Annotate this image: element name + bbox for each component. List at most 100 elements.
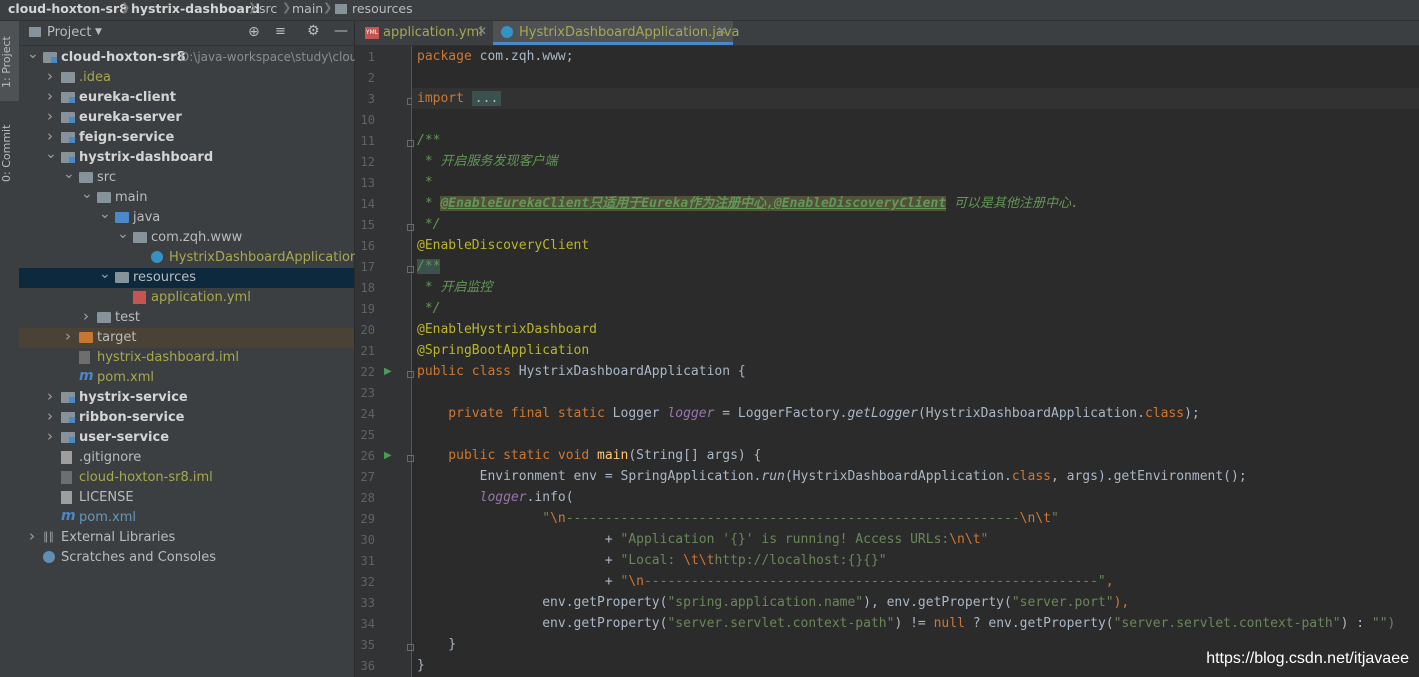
chevron-right-icon[interactable]: › <box>63 327 73 345</box>
tree-item[interactable]: ⌄ com.zqh.www <box>19 226 354 248</box>
maven-icon: m <box>79 368 94 384</box>
code-line-34: env.getProperty("server.servlet.context-… <box>417 616 1396 631</box>
libraries-icon: ∥∥ <box>43 530 54 543</box>
chevron-right-icon: ❯ <box>323 1 333 14</box>
tree-item[interactable]: application.yml <box>19 288 354 308</box>
tree-item-label: pom.xml <box>79 510 136 525</box>
tree-item[interactable]: › eureka-client <box>19 87 354 108</box>
code-line-30: + "Application '{}' is running! Access U… <box>417 532 989 547</box>
chevron-right-icon[interactable]: › <box>45 127 55 145</box>
code-editor[interactable]: package com.zqh.www; import ... /** * 开启… <box>412 46 1419 677</box>
folded-imports[interactable]: ... <box>471 91 502 106</box>
tree-item[interactable]: ⌄ resources <box>19 266 354 288</box>
chevron-down-icon[interactable]: ⌄ <box>117 226 129 242</box>
tree-item[interactable]: › .idea <box>19 67 354 88</box>
tree-item-label: user-service <box>79 430 170 445</box>
line-number: 32 <box>360 575 375 589</box>
module-folder-icon <box>43 52 57 63</box>
tree-item[interactable]: cloud-hoxton-sr8.iml <box>19 468 354 488</box>
chevron-down-icon[interactable]: ⌄ <box>45 146 57 162</box>
tree-item[interactable]: ⌄ main <box>19 186 354 208</box>
chevron-down-icon[interactable]: ⌄ <box>99 206 111 222</box>
chevron-right-icon[interactable]: › <box>45 67 55 85</box>
tree-item[interactable]: LICENSE <box>19 488 354 508</box>
chevron-down-icon[interactable]: ⌄ <box>27 46 39 62</box>
tree-item[interactable]: ⌄ cloud-hoxton-sr8 D:\java-workspace\study… <box>19 46 365 68</box>
tree-item[interactable]: › ∥∥ External Libraries <box>19 527 354 548</box>
chevron-right-icon[interactable]: › <box>81 307 91 325</box>
close-icon[interactable]: ✕ <box>477 24 487 38</box>
tree-item[interactable]: › test <box>19 307 354 328</box>
code-line-14: * @EnableEurekaClient只适用于Eureka作为注册中心,@E… <box>417 196 1079 211</box>
breadcrumb-module[interactable]: hystrix-dashboard <box>131 1 260 16</box>
tree-item[interactable]: ⌄ java <box>19 206 354 228</box>
line-number: 2 <box>367 71 375 85</box>
tree-item[interactable]: › user-service <box>19 427 354 448</box>
line-number: 34 <box>360 617 375 631</box>
gear-icon[interactable]: ⚙ <box>307 23 320 39</box>
project-panel-header: Project ▼ ⊕ ≡ ⚙ — <box>19 21 354 46</box>
commit-toolwindow-button[interactable]: 0: Commit <box>0 113 19 193</box>
line-number: 28 <box>360 491 375 505</box>
chevron-down-icon[interactable]: ⌄ <box>81 186 93 202</box>
breadcrumb-src[interactable]: src <box>259 1 277 16</box>
line-number: 29 <box>360 512 375 526</box>
tree-item-label: HystrixDashboardApplication <box>169 250 359 265</box>
chevron-right-icon[interactable]: › <box>45 87 55 105</box>
chevron-right-icon[interactable]: › <box>45 107 55 125</box>
tree-item[interactable]: hystrix-dashboard.iml <box>19 348 354 368</box>
tree-item[interactable]: .gitignore <box>19 448 354 468</box>
tab-hystrix-dashboard-application-java[interactable]: HystrixDashboardApplication.java ✕ <box>493 21 740 45</box>
run-gutter-icon[interactable]: ▶ <box>384 450 392 461</box>
chevron-right-icon[interactable]: › <box>45 407 55 425</box>
chevron-right-icon[interactable]: › <box>45 427 55 445</box>
breadcrumb-resources[interactable]: resources <box>352 1 413 16</box>
line-number: 26 <box>360 449 375 463</box>
line-number: 1 <box>367 50 375 64</box>
close-icon[interactable]: ✕ <box>717 24 727 38</box>
tree-item[interactable]: Scratches and Consoles <box>19 548 354 568</box>
line-number: 22 <box>360 365 375 379</box>
text-file-icon <box>61 451 72 464</box>
tree-item-label: .idea <box>79 70 111 85</box>
tree-item[interactable]: ⌄ hystrix-dashboard <box>19 146 354 168</box>
tree-item[interactable]: › ribbon-service <box>19 407 354 428</box>
tree-item-label: feign-service <box>79 130 175 145</box>
tree-item-label: com.zqh.www <box>151 230 243 245</box>
tree-item[interactable]: ⌄ src <box>19 166 354 188</box>
minimize-icon[interactable]: — <box>334 23 348 39</box>
chevron-right-icon[interactable]: › <box>45 387 55 405</box>
code-line-33: env.getProperty("spring.application.name… <box>417 595 1130 610</box>
code-line-32: + "\n-----------------------------------… <box>417 574 1114 589</box>
tree-item[interactable]: HystrixDashboardApplication <box>19 248 358 268</box>
line-number: 35 <box>360 638 375 652</box>
tab-application-yml[interactable]: YML application.yml ✕ <box>361 21 489 45</box>
breadcrumb-project[interactable]: cloud-hoxton-sr8 <box>8 1 128 16</box>
project-view-title[interactable]: Project <box>47 25 91 40</box>
tree-item[interactable]: › target <box>19 327 354 348</box>
tab-label: application.yml <box>383 25 483 40</box>
module-folder-icon <box>61 152 75 163</box>
folder-icon <box>97 192 111 203</box>
chevron-right-icon[interactable]: › <box>27 527 37 545</box>
tree-item[interactable]: › hystrix-service <box>19 387 354 408</box>
tree-item-label: hystrix-dashboard <box>79 150 214 165</box>
scratches-icon <box>43 551 55 563</box>
tree-item[interactable]: m pom.xml <box>19 508 354 528</box>
line-number: 15 <box>360 218 375 232</box>
tree-item[interactable]: m pom.xml <box>19 368 354 388</box>
locate-target-icon[interactable]: ⊕ <box>248 24 260 40</box>
resources-folder-icon <box>335 4 347 14</box>
source-folder-icon <box>115 212 129 223</box>
project-toolwindow-button[interactable]: 1: Project <box>0 21 19 101</box>
chevron-down-icon[interactable]: ⌄ <box>99 266 111 282</box>
chevron-down-icon[interactable]: ⌄ <box>63 166 75 182</box>
folder-icon <box>79 172 93 183</box>
breadcrumb-main[interactable]: main <box>292 1 323 16</box>
chevron-down-icon[interactable]: ▼ <box>95 27 102 37</box>
tree-item[interactable]: › feign-service <box>19 127 354 148</box>
tree-item[interactable]: › eureka-server <box>19 107 354 128</box>
collapse-all-icon[interactable]: ≡ <box>275 24 286 39</box>
run-gutter-icon[interactable]: ▶ <box>384 366 392 377</box>
line-number: 31 <box>360 554 375 568</box>
